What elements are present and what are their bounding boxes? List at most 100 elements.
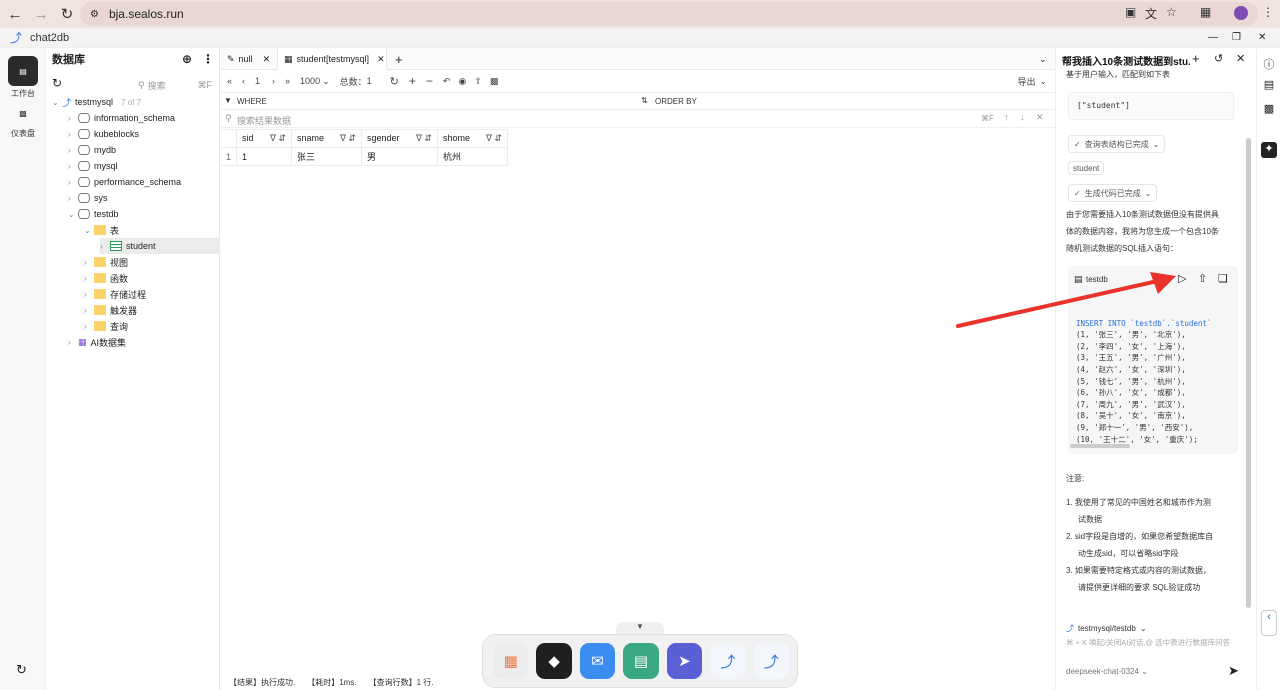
arrow-down-icon[interactable]: ↓ [1020,112,1025,122]
run-play-icon[interactable]: ▷ [1178,272,1186,285]
code-hscrollbar[interactable] [1070,444,1130,448]
first-page-icon[interactable]: « [227,76,232,86]
chat2db-app-icon-2[interactable]: ⤴ [753,643,789,679]
tree-db-kubeblocks[interactable]: › kubeblocks [68,126,139,142]
tree-folder-tables[interactable]: ⌄ 表 [84,222,119,238]
tree-folder-views[interactable]: › 视图 [84,254,128,270]
tree-ai-dataset[interactable]: › ▦ AI数据集 [68,334,126,350]
document-icon[interactable]: ▤ [1261,78,1277,94]
upload-icon[interactable]: ⇧ [1198,272,1207,285]
forward-arrow-icon[interactable]: → [30,3,52,25]
arrow-up-icon[interactable]: ↑ [1004,112,1009,122]
info-icon[interactable]: ⓘ [1261,56,1277,72]
delete-row-icon[interactable]: − [426,74,433,88]
chart-icon[interactable]: ▩ [490,76,499,87]
tree-table-student[interactable]: › student [100,238,156,254]
page-size-select[interactable]: 1000 [300,76,320,86]
tree-db-information-schema[interactable]: › information_schema [68,110,175,126]
extensions-icon[interactable]: ▦ [1200,5,1211,19]
step-code-done[interactable]: ✓ 生成代码已完成 ⌄ [1068,184,1158,202]
tree-search-input[interactable]: ⚲ 搜索 ⌘F [138,77,212,93]
tree-folder-triggers[interactable]: › 触发器 [84,302,137,318]
filter-sort-icon[interactable]: ∇ ⇵ [416,133,432,144]
profile-avatar[interactable] [1234,6,1248,20]
cell-sid[interactable]: 1 [236,147,293,166]
new-tab-button[interactable]: + [389,48,409,70]
tree-db-testdb[interactable]: ⌄ testdb [68,206,119,222]
rail-workspace[interactable]: ▤ 工作台 [4,56,42,99]
tree-connection[interactable]: ⌄ ⤴ testmysql 7 of 7 [52,94,141,110]
step-schema-done[interactable]: ✓ 查询表结构已完成 ⌄ [1068,135,1166,153]
chat2db-app-icon[interactable]: ⤴ [710,643,746,679]
cell-shome[interactable]: 杭州 [437,147,509,166]
refresh-icon[interactable]: ↻ [16,662,27,678]
close-icon[interactable]: ✕ [1036,112,1044,123]
close-icon[interactable]: ✕ [377,54,385,65]
column-header-sid[interactable]: sid ∇ ⇵ [236,129,293,148]
site-info-icon[interactable]: ⚙ [90,9,99,20]
column-header-shome[interactable]: shome ∇ ⇵ [437,129,509,148]
last-page-icon[interactable]: » [285,76,290,86]
add-connection-icon[interactable]: ⊕ [182,52,192,66]
tab-null[interactable]: ✎ null ✕ [221,48,275,70]
database-app-icon[interactable]: ▤ [623,643,659,679]
preview-eye-icon[interactable]: ◉ [458,76,466,87]
restore-icon[interactable]: ❐ [1232,32,1241,43]
ai-chat-input[interactable]: ⌘ + K 唤起/关闭AI对话,@ 选中表进行数据库问答 [1066,637,1246,648]
rocket-app-icon[interactable]: ➤ [666,643,703,679]
reload-icon[interactable]: ↻ [56,3,78,25]
rail-dashboard[interactable]: ▩ 仪表盘 [4,98,42,139]
context-selector[interactable]: ⤴ testmysql/testdb ⌄ [1066,623,1147,634]
column-header-sname[interactable]: sname ∇ ⇵ [291,129,363,148]
refresh-icon[interactable]: ↻ [390,75,399,88]
add-row-icon[interactable]: + [409,74,416,88]
tree-refresh-icon[interactable]: ↻ [52,76,62,90]
cursor-app-icon[interactable]: ◆ [536,643,572,679]
close-window-icon[interactable]: ✕ [1258,32,1266,43]
next-page-icon[interactable]: › [272,76,275,86]
tree-db-sys[interactable]: › sys [68,190,108,206]
copy-icon[interactable]: ❏ [1218,272,1228,285]
tree-db-performance-schema[interactable]: › performance_schema [68,174,181,190]
collapse-chevron-icon[interactable]: ‹ [1261,610,1277,636]
minimize-icon[interactable]: — [1208,32,1218,43]
tree-folder-queries[interactable]: › 查询 [84,318,128,334]
prev-page-icon[interactable]: ‹ [242,76,245,86]
tab-student[interactable]: ▦ student[testmysql] ✕ [277,48,387,70]
more-icon[interactable]: ⋮ [202,52,214,66]
history-icon[interactable]: ↺ [1214,52,1223,65]
new-chat-icon[interactable]: + [1192,51,1200,66]
tree-db-mysql[interactable]: › mysql [68,158,118,174]
filter-sort-icon[interactable]: ∇ ⇵ [486,133,502,144]
mail-icon[interactable]: ✉ [579,643,616,679]
address-bar[interactable]: ⚙ bja.sealos.run [80,2,1258,26]
close-icon[interactable]: ✕ [263,54,271,65]
upload-icon[interactable]: ⇧ [474,76,482,87]
close-icon[interactable]: ✕ [1236,52,1245,65]
ai-sparkle-icon[interactable]: ✦ [1261,142,1277,158]
translate-icon[interactable]: 文 [1145,5,1157,22]
launchpad-icon[interactable]: ▦ [493,643,529,679]
cell-sname[interactable]: 张三 [291,147,363,166]
cell-sgender[interactable]: 男 [361,147,439,166]
tree-db-mydb[interactable]: › mydb [68,142,116,158]
menu-kebab-icon[interactable]: ⋮ [1262,5,1274,19]
filter-sort-icon[interactable]: ∇ ⇵ [340,133,356,144]
where-input[interactable]: WHERE [237,97,267,106]
order-by-input[interactable]: ORDER BY [655,97,697,106]
tabs-dropdown-button[interactable]: ⌄ [1033,48,1053,70]
tree-folder-functions[interactable]: › 函数 [84,270,128,286]
bookmark-star-icon[interactable]: ☆ [1166,5,1177,19]
undo-icon[interactable]: ↶ [443,76,451,87]
ai-scrollbar[interactable] [1246,138,1251,608]
page-number[interactable]: 1 [255,76,260,86]
filter-sort-icon[interactable]: ∇ ⇵ [270,133,286,144]
export-button[interactable]: 导出 [1017,75,1035,88]
back-arrow-icon[interactable]: ← [4,3,26,25]
cast-icon[interactable]: ▣ [1125,5,1136,19]
column-header-sgender[interactable]: sgender ∇ ⇵ [361,129,439,148]
clipboard-icon[interactable]: ▩ [1261,102,1277,118]
send-icon[interactable]: ➤ [1228,663,1239,679]
tree-folder-procedures[interactable]: › 存储过程 [84,286,146,302]
result-search-input[interactable]: 搜索结果数据 [237,114,291,127]
